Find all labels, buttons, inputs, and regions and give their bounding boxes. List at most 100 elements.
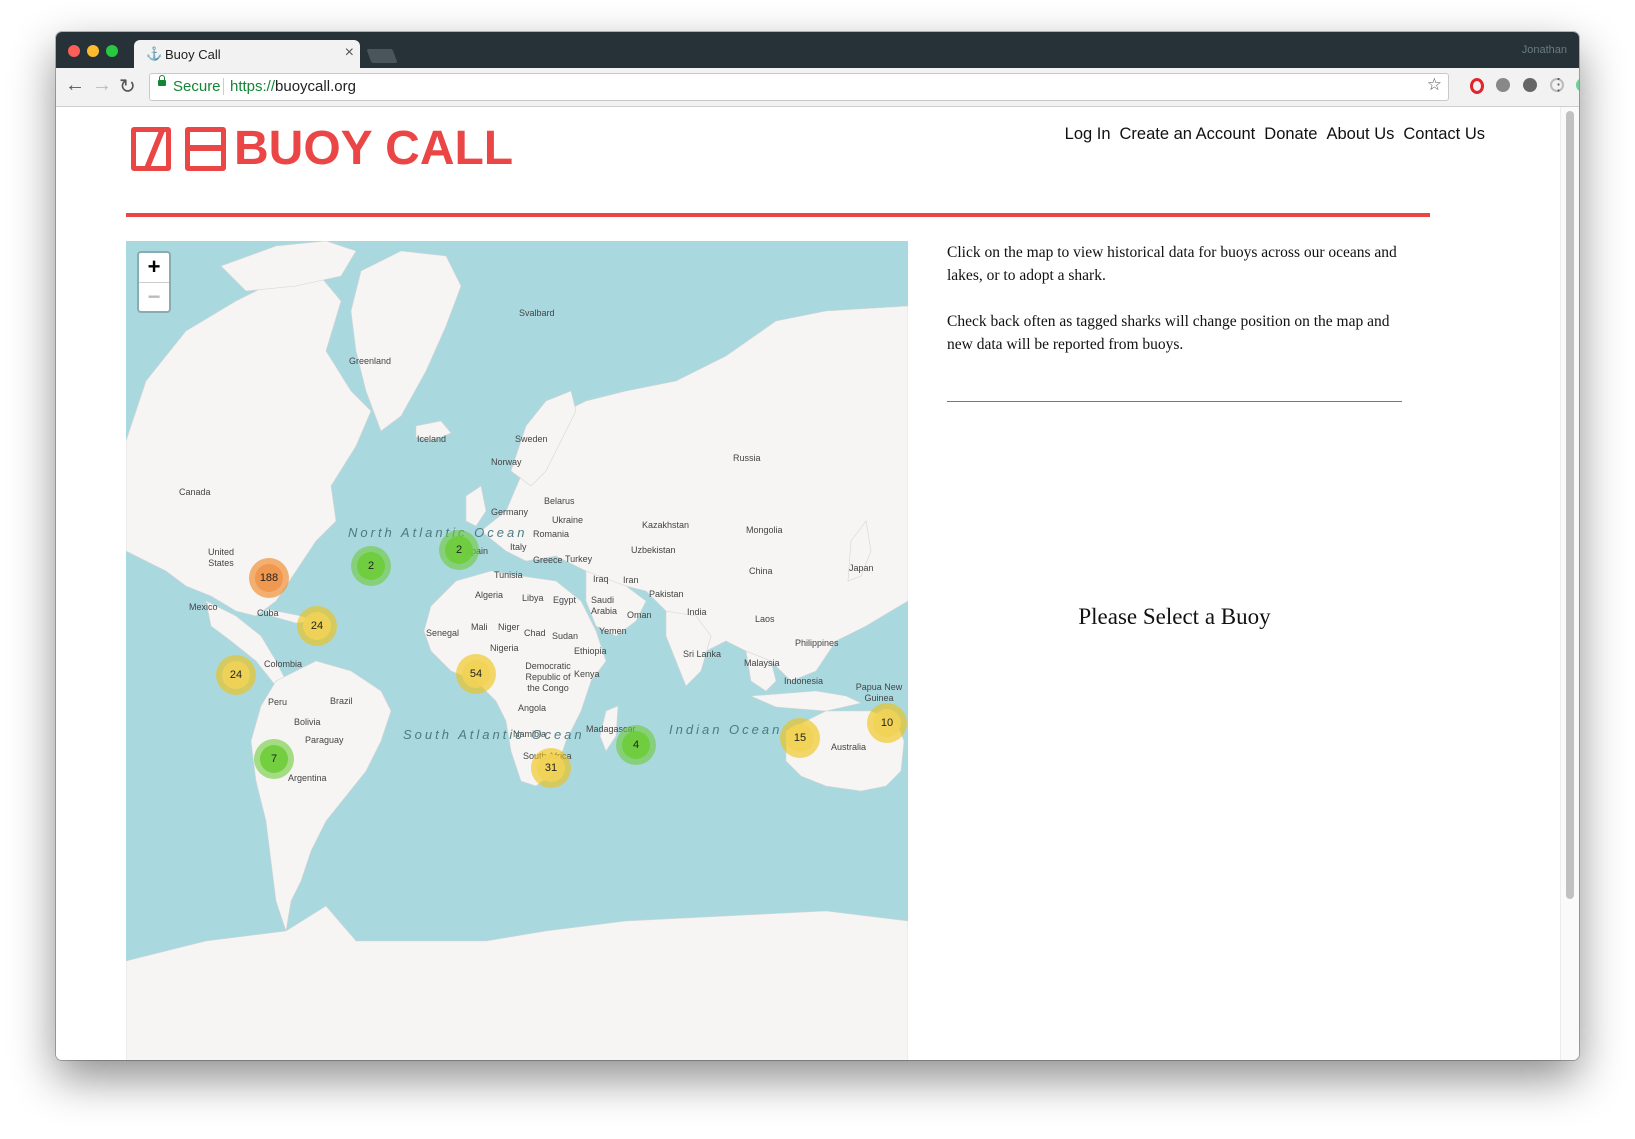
intro-text: Click on the map to view historical data… <box>947 244 1397 284</box>
header-divider <box>126 213 1430 217</box>
url-text[interactable]: https://buoycall.org <box>230 78 356 95</box>
profile-name[interactable]: Jonathan <box>1522 44 1567 56</box>
map-label: Cuba <box>257 608 279 618</box>
map-label: Iran <box>623 575 639 585</box>
map-label: Nigeria <box>490 643 519 653</box>
logo-text: BUOY CALL <box>234 122 514 175</box>
opera-extension-icon[interactable] <box>1470 78 1484 94</box>
maximize-window-button[interactable] <box>106 45 118 57</box>
back-arrow-icon[interactable]: ← <box>65 74 85 97</box>
ocean-label: North Atlantic Ocean <box>348 525 528 540</box>
map-label: Japan <box>849 563 874 573</box>
buoy-map[interactable]: + − Svalbard Greenland Iceland Sweden No… <box>126 241 908 1060</box>
map-label: Ethiopia <box>574 646 607 656</box>
map-label: Greece <box>533 555 563 565</box>
favicon-icon: ⚓ <box>146 46 163 61</box>
zoom-control: + − <box>137 251 171 313</box>
map-label: Bolivia <box>294 717 321 727</box>
check-back-text: Check back often as tagged sharks will c… <box>947 313 1390 353</box>
browser-tab[interactable]: ⚓ Buoy Call × <box>134 40 360 68</box>
map-label: Turkey <box>565 554 593 564</box>
select-buoy-prompt: Please Select a Buoy <box>1078 604 1271 629</box>
map-label: Brazil <box>330 696 353 706</box>
buoy-cluster-marker[interactable]: 2 <box>351 546 391 586</box>
map-label: Sudan <box>552 631 579 641</box>
scrollbar-thumb[interactable] <box>1566 111 1574 899</box>
extension-icon[interactable] <box>1523 78 1537 92</box>
buoy-cluster-marker[interactable]: 7 <box>254 739 294 779</box>
map-label: Yemen <box>599 626 627 636</box>
map-label: Indonesia <box>784 676 824 686</box>
buoy-cluster-marker[interactable]: 4 <box>616 725 656 765</box>
map-label: Mongolia <box>746 525 783 535</box>
map-label: Iraq <box>593 574 609 584</box>
map-label: Philippines <box>795 638 839 648</box>
map-label: Ukraine <box>552 515 584 525</box>
address-bar[interactable]: Secure https://buoycall.org ☆ <box>149 73 1449 101</box>
buoy-cluster-marker[interactable]: 10 <box>867 703 907 743</box>
map-label: Tunisia <box>494 570 523 580</box>
map-label: Norway <box>491 457 522 467</box>
map-label: Iceland <box>417 434 447 444</box>
buoy-cluster-marker[interactable]: 24 <box>216 655 256 695</box>
map-label: Mexico <box>189 602 218 612</box>
map-label: Peru <box>268 697 288 707</box>
nav-donate[interactable]: Donate <box>1264 125 1317 144</box>
map-label: Sri Lanka <box>683 649 722 659</box>
buoy-cluster-marker[interactable]: 15 <box>780 718 820 758</box>
info-panel: Click on the map to view historical data… <box>947 241 1407 379</box>
map-label: Svalbard <box>519 308 555 318</box>
map-label: Russia <box>733 453 761 463</box>
top-navigation: Log In Create an Account Donate About Us… <box>1065 125 1485 144</box>
logo-mark-icon <box>131 127 171 171</box>
map-label: Romania <box>533 529 570 539</box>
map-label: Niger <box>498 622 520 632</box>
map-label: Saudi Arabia <box>591 595 618 616</box>
forward-arrow-icon[interactable]: → <box>92 74 112 97</box>
map-label: Democratic Republic of the Congo <box>525 661 571 693</box>
buoy-cluster-marker[interactable]: 54 <box>456 654 496 694</box>
new-tab-button[interactable] <box>366 49 398 63</box>
ocean-label: Indian Ocean <box>669 722 783 737</box>
tab-title: Buoy Call <box>165 47 221 62</box>
map-label: Senegal <box>426 628 460 638</box>
bookmark-star-icon[interactable]: ☆ <box>1427 75 1442 95</box>
close-window-button[interactable] <box>68 45 80 57</box>
zoom-out-button[interactable]: − <box>139 283 169 312</box>
map-label: Belarus <box>544 496 575 506</box>
nav-contact-us[interactable]: Contact Us <box>1403 125 1485 144</box>
info-divider <box>947 401 1402 402</box>
extension-icon[interactable] <box>1576 78 1579 92</box>
buoy-cluster-marker[interactable]: 188 <box>249 558 289 598</box>
menu-kebab-icon[interactable]: ⋮ <box>1550 75 1567 95</box>
nav-create-account[interactable]: Create an Account <box>1120 125 1256 144</box>
map-label: Papua New Guinea <box>855 682 903 703</box>
map-label: Libya <box>522 593 544 603</box>
map-label: Pakistan <box>649 589 684 599</box>
map-label: Oman <box>627 610 652 620</box>
extension-icon[interactable] <box>1496 78 1510 92</box>
tab-close-icon[interactable]: × <box>345 44 354 62</box>
reload-icon[interactable]: ↻ <box>119 74 136 99</box>
minimize-window-button[interactable] <box>87 45 99 57</box>
map-label: China <box>749 566 773 576</box>
map-label: India <box>687 607 707 617</box>
page-scrollbar[interactable] <box>1560 107 1579 1060</box>
buoy-cluster-marker[interactable]: 31 <box>531 748 571 788</box>
nav-log-in[interactable]: Log In <box>1065 125 1111 144</box>
buoy-cluster-marker[interactable]: 2 <box>439 530 479 570</box>
map-label: Colombia <box>264 659 303 669</box>
map-label: Australia <box>831 742 867 752</box>
map-label: Egypt <box>553 595 577 605</box>
nav-about-us[interactable]: About Us <box>1327 125 1395 144</box>
map-label: Angola <box>518 703 547 713</box>
zoom-in-button[interactable]: + <box>139 253 169 283</box>
map-label: Italy <box>510 542 527 552</box>
map-label: Sweden <box>515 434 548 444</box>
map-label: Mali <box>471 622 488 632</box>
page-content: BUOY CALL Log In Create an Account Donat… <box>56 107 1561 1060</box>
logo-mark-icon <box>185 127 226 171</box>
map-label: Malaysia <box>744 658 780 668</box>
buoy-cluster-marker[interactable]: 24 <box>297 606 337 646</box>
map-label: Uzbekistan <box>631 545 676 555</box>
